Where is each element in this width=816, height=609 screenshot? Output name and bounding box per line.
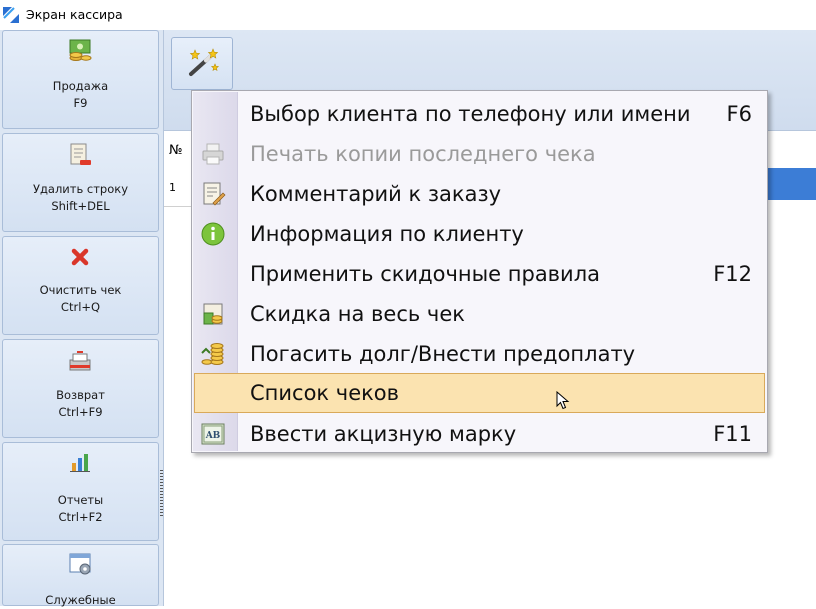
return-label: Возврат <box>56 388 105 402</box>
return-button[interactable]: Возврат Ctrl+F9 <box>2 339 159 438</box>
service-label: Служебные <box>45 593 116 607</box>
menu-item-client-info[interactable]: Информация по клиенту <box>194 214 765 254</box>
clear-x-icon <box>71 248 89 266</box>
mouse-cursor-icon <box>556 391 570 410</box>
menu-item-excise-stamp[interactable]: AB Ввести акцизную марку F11 <box>194 414 765 454</box>
selected-row[interactable] <box>768 168 816 200</box>
return-icon <box>69 351 91 371</box>
app-icon <box>3 7 19 23</box>
return-shortcut: Ctrl+F9 <box>58 405 103 419</box>
reports-button[interactable]: Отчеты Ctrl+F2 <box>2 442 159 541</box>
sale-button[interactable]: Продажа F9 <box>2 30 159 129</box>
menu-item-check-discount[interactable]: Скидка на весь чек <box>194 294 765 334</box>
clear-check-shortcut: Ctrl+Q <box>60 300 101 314</box>
svg-text:AB: AB <box>205 431 221 441</box>
menu-item-order-comment[interactable]: Комментарий к заказу <box>194 174 765 214</box>
menu-item-label: Погасить долг/Внести предоплату <box>250 342 636 366</box>
menu-item-print-copy[interactable]: Печать копии последнего чека <box>194 134 765 174</box>
menu-item-pay-debt[interactable]: Погасить долг/Внести предоплату <box>194 334 765 374</box>
reports-shortcut: Ctrl+F2 <box>58 510 103 524</box>
title-bar: Экран кассира <box>0 0 816 30</box>
menu-item-label: Список чеков <box>250 381 400 405</box>
clear-check-button[interactable]: Очистить чек Ctrl+Q <box>2 236 159 335</box>
window-title: Экран кассира <box>26 7 123 22</box>
menu-item-label: Применить скидочные правила <box>250 262 600 286</box>
excise-stamp-icon: AB <box>201 423 225 445</box>
report-chart-icon <box>70 454 90 472</box>
delete-row-label: Удалить строку <box>32 182 129 196</box>
menu-item-shortcut: F6 <box>726 102 752 126</box>
magic-wand-icon <box>189 48 220 76</box>
context-menu: Выбор клиента по телефону или имени F6 П… <box>191 90 768 453</box>
menu-item-shortcut: F12 <box>713 262 752 286</box>
grid-row-line <box>164 206 194 207</box>
service-button[interactable]: Служебные <box>2 544 159 607</box>
clear-check-label: Очистить чек <box>39 283 122 297</box>
sale-button-label: Продажа <box>52 79 109 93</box>
delete-row-icon <box>70 143 91 165</box>
coins-icon <box>201 343 224 365</box>
discount-icon <box>203 303 223 325</box>
comment-icon <box>203 182 226 206</box>
service-icon <box>69 553 91 575</box>
menu-item-label: Выбор клиента по телефону или имени <box>250 102 691 126</box>
delete-row-button[interactable]: Удалить строку Shift+DEL <box>2 133 159 232</box>
menu-item-checks-list[interactable]: Список чеков <box>194 373 765 413</box>
magic-wand-button[interactable] <box>171 37 233 90</box>
menu-item-select-client[interactable]: Выбор клиента по телефону или имени F6 <box>194 94 765 134</box>
left-panel: Продажа F9 Удалить строку Shift+DEL Очис… <box>0 30 163 607</box>
menu-item-label: Ввести акцизную марку <box>250 422 517 446</box>
menu-item-label: Скидка на весь чек <box>250 302 465 326</box>
grid-column-number: № <box>169 143 183 158</box>
menu-item-apply-discount-rules[interactable]: Применить скидочные правила F12 <box>194 254 765 294</box>
grid-row-number: 1 <box>169 181 176 194</box>
info-icon <box>201 222 225 246</box>
reports-label: Отчеты <box>57 493 104 507</box>
menu-item-label: Комментарий к заказу <box>250 182 502 206</box>
menu-item-label: Информация по клиенту <box>250 222 524 246</box>
sale-money-icon <box>69 39 92 61</box>
menu-item-shortcut: F11 <box>713 422 752 446</box>
printer-icon <box>202 143 224 165</box>
delete-row-shortcut: Shift+DEL <box>51 199 110 213</box>
sale-button-shortcut: F9 <box>73 96 88 110</box>
menu-item-label: Печать копии последнего чека <box>250 142 596 166</box>
